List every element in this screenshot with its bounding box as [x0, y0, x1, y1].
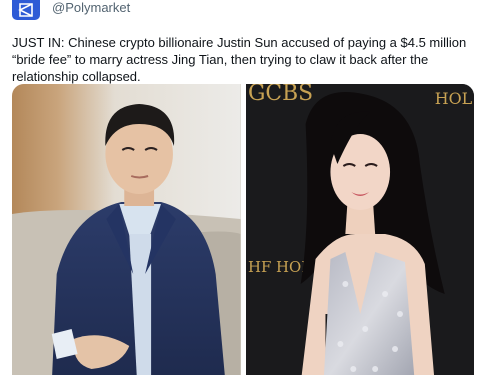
account-handle[interactable]: @Polymarket [52, 0, 130, 16]
photo-justin-sun[interactable] [12, 84, 241, 375]
backdrop-text-top: GCBS [247, 84, 312, 106]
polymarket-logo-icon [18, 3, 33, 17]
tweet-card: @Polymarket JUST IN: Chinese crypto bill… [0, 0, 485, 375]
tweet-media[interactable]: GCBS HOL FILM HF HOLLY FILM A [12, 84, 474, 375]
backdrop-text-right: HOL FILM [434, 89, 474, 108]
photo-justin-sun-image [12, 84, 241, 375]
account-avatar[interactable] [12, 0, 40, 20]
photo-jing-tian-image: GCBS HOL FILM HF HOLLY FILM A [245, 84, 474, 375]
photo-jing-tian[interactable]: GCBS HOL FILM HF HOLLY FILM A [245, 84, 474, 375]
tweet-text: JUST IN: Chinese crypto billionaire Just… [12, 35, 467, 84]
